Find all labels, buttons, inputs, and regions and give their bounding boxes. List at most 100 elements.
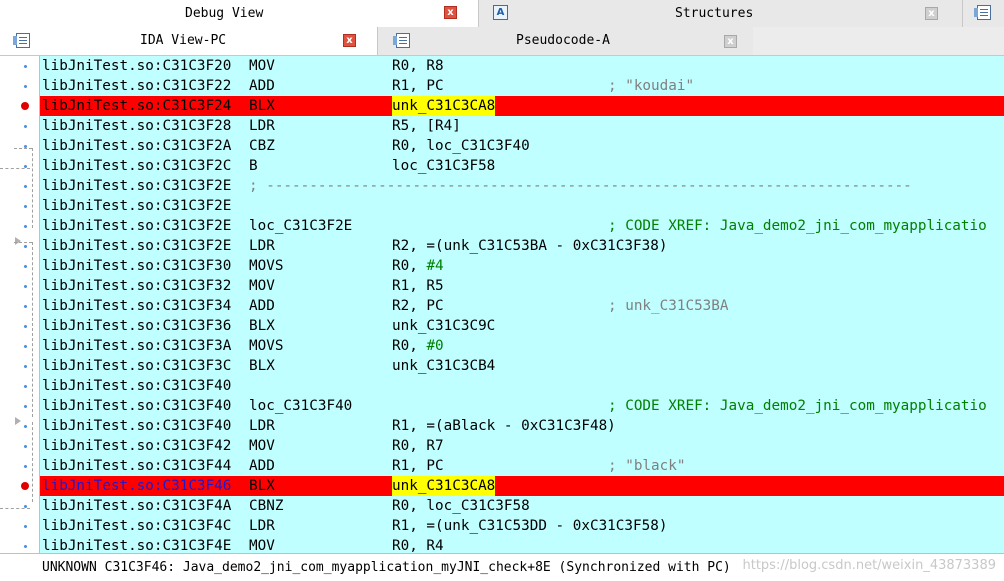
listing-row[interactable]: libJniTest.so:C31C3F3C BLX unk_C31C3CB4 <box>40 356 1004 376</box>
tab-ida-view-pc-label: IDA View-PC <box>140 33 227 48</box>
tab-structures-label: Structures <box>675 6 754 21</box>
listing-row[interactable]: libJniTest.so:C31C3F42 MOV R0, R7 <box>40 436 1004 456</box>
row-mnemonic: BLX <box>249 98 275 114</box>
row-operands: R0, loc_C31C3F40 <box>392 138 530 154</box>
immediate-value: #4 <box>426 258 444 274</box>
line-marker-icon <box>24 465 27 468</box>
row-mnemonic: loc_C31C3F40 <box>249 398 353 414</box>
row-operands: R0, R8 <box>392 58 444 74</box>
row-address: libJniTest.so:C31C3F3A <box>42 338 232 354</box>
listing-row[interactable]: libJniTest.so:C31C3F4C LDR R1, =(unk_C31C5… <box>40 516 1004 536</box>
tab-pseudocode-a[interactable]: Pseudocode-A x <box>377 27 753 55</box>
listing-row[interactable]: libJniTest.so:C31C3F36 BLX unk_C31C3C9C <box>40 316 1004 336</box>
row-mnemonic: LDR <box>249 118 275 134</box>
breakpoint-icon[interactable] <box>21 482 29 490</box>
top-tab-bar: Debug View x A Structures x <box>0 0 1004 28</box>
flow-arrow-line <box>14 148 32 149</box>
tab-debug-view[interactable]: Debug View x <box>0 0 478 27</box>
listing-row[interactable]: libJniTest.so:C31C3F24 BLX unk_C31C3CA8 <box>40 96 1004 116</box>
row-address: libJniTest.so:C31C3F46 <box>42 478 232 494</box>
listing-row[interactable]: libJniTest.so:C31C3F4A CBNZ R0, loc_C31C3F… <box>40 496 1004 516</box>
row-mnemonic: ADD <box>249 298 275 314</box>
row-mnemonic: MOV <box>249 538 275 553</box>
row-operands: R1, =(aBlack - 0xC31C3F48) <box>392 418 616 434</box>
listing-row[interactable]: libJniTest.so:C31C3F22 ADD R1, PC ; "koudai… <box>40 76 1004 96</box>
flow-arrow-line <box>0 508 30 509</box>
row-address: libJniTest.so:C31C3F4C <box>42 518 232 534</box>
tab-structures[interactable]: A Structures x <box>478 0 962 27</box>
row-mnemonic: CBZ <box>249 138 275 154</box>
row-mnemonic: MOV <box>249 58 275 74</box>
pseudocode-icon <box>393 33 410 48</box>
flow-arrow-line <box>0 168 30 169</box>
listing-row[interactable]: libJniTest.so:C31C3F40 LDR R1, =(aBlack - … <box>40 416 1004 436</box>
line-marker-icon <box>24 405 27 408</box>
row-operands: unk_C31C3CB4 <box>392 358 496 374</box>
row-operands: loc_C31C3F58 <box>392 158 496 174</box>
listing-gutter[interactable] <box>0 56 40 553</box>
listing-row[interactable]: libJniTest.so:C31C3F44 ADD R1, PC ; "black" <box>40 456 1004 476</box>
row-comment: ; "black" <box>608 458 686 474</box>
listing-row[interactable]: libJniTest.so:C31C3F3A MOVS R0, #0 <box>40 336 1004 356</box>
listing-row[interactable]: libJniTest.so:C31C3F32 MOV R1, R5 <box>40 276 1004 296</box>
watermark: https://blog.csdn.net/weixin_43873389 <box>742 558 996 573</box>
row-address: libJniTest.so:C31C3F3C <box>42 358 232 374</box>
close-icon[interactable]: x <box>343 34 356 47</box>
listing-row[interactable]: libJniTest.so:C31C3F40 loc_C31C3F40 ; CODE… <box>40 396 1004 416</box>
listing-row[interactable]: libJniTest.so:C31C3F46 BLX unk_C31C3CA8 <box>40 476 1004 496</box>
listing-row[interactable]: libJniTest.so:C31C3F2A CBZ R0, loc_C31C3F4… <box>40 136 1004 156</box>
line-marker-icon <box>24 65 27 68</box>
line-marker-icon <box>24 545 27 548</box>
listing-row[interactable]: libJniTest.so:C31C3F4E MOV R0, R4 <box>40 536 1004 553</box>
listing-row[interactable]: libJniTest.so:C31C3F2E LDR R2, =(unk_C31C5… <box>40 236 1004 256</box>
row-address: libJniTest.so:C31C3F40 <box>42 378 232 394</box>
listing-row[interactable]: libJniTest.so:C31C3F34 ADD R2, PC ; unk_C31… <box>40 296 1004 316</box>
row-address: libJniTest.so:C31C3F40 <box>42 418 232 434</box>
row-operands: unk_C31C3C9C <box>392 318 496 334</box>
row-mnemonic: MOVS <box>249 258 284 274</box>
row-address: libJniTest.so:C31C3F24 <box>42 98 232 114</box>
row-mnemonic: BLX <box>249 358 275 374</box>
line-marker-icon <box>24 345 27 348</box>
row-mnemonic: MOV <box>249 278 275 294</box>
flow-arrow-line <box>32 422 33 502</box>
row-address: libJniTest.so:C31C3F4E <box>42 538 232 553</box>
listing-row[interactable]: libJniTest.so:C31C3F2E <box>40 196 1004 216</box>
close-icon[interactable]: x <box>444 6 457 19</box>
listing-row[interactable]: libJniTest.so:C31C3F2E ; ----------------… <box>40 176 1004 196</box>
row-operands: R2, PC <box>392 298 444 314</box>
listing-row[interactable]: libJniTest.so:C31C3F2E loc_C31C3F2E ; CODE… <box>40 216 1004 236</box>
listing-row[interactable]: libJniTest.so:C31C3F20 MOV R0, R8 <box>40 56 1004 76</box>
row-address: libJniTest.so:C31C3F2E <box>42 198 232 214</box>
row-operands: unk_C31C3CA8 <box>392 476 496 496</box>
row-address: libJniTest.so:C31C3F2C <box>42 158 232 174</box>
row-operands: R2, =(unk_C31C53BA - 0xC31C3F38) <box>392 238 668 254</box>
row-mnemonic: MOVS <box>249 338 284 354</box>
line-marker-icon <box>24 85 27 88</box>
row-separator: ; --------------------------------------… <box>249 178 912 194</box>
line-marker-icon <box>24 265 27 268</box>
disassembly-listing[interactable]: libJniTest.so:C31C3F20 MOV R0, R8 libJniTes… <box>40 56 1004 553</box>
tab-ida-view-pc[interactable]: IDA View-PC x <box>0 27 377 55</box>
line-marker-icon <box>24 145 27 148</box>
row-comment: ; "koudai" <box>608 78 695 94</box>
row-mnemonic: ADD <box>249 458 275 474</box>
row-address: libJniTest.so:C31C3F34 <box>42 298 232 314</box>
breakpoint-icon[interactable] <box>21 102 29 110</box>
listing-row[interactable]: libJniTest.so:C31C3F40 <box>40 376 1004 396</box>
row-address: libJniTest.so:C31C3F4A <box>42 498 232 514</box>
line-marker-icon <box>24 505 27 508</box>
status-text: UNKNOWN C31C3F46: Java_demo2_jni_com_mya… <box>42 560 731 575</box>
listing-row[interactable]: libJniTest.so:C31C3F28 LDR R5, [R4] <box>40 116 1004 136</box>
listing-row[interactable]: libJniTest.so:C31C3F2C Bloc_C31C3F58 <box>40 156 1004 176</box>
close-icon[interactable]: x <box>724 35 737 48</box>
flow-arrow-line <box>32 148 33 228</box>
close-icon[interactable]: x <box>925 7 938 20</box>
line-marker-icon <box>24 525 27 528</box>
tab-extra[interactable] <box>962 0 1004 27</box>
flow-arrow-icon <box>15 237 21 245</box>
row-operands: R1, R5 <box>392 278 444 294</box>
listing-row[interactable]: libJniTest.so:C31C3F30 MOVS R0, #4 <box>40 256 1004 276</box>
row-operands: R1, PC <box>392 78 444 94</box>
row-address: libJniTest.so:C31C3F2E <box>42 178 232 194</box>
